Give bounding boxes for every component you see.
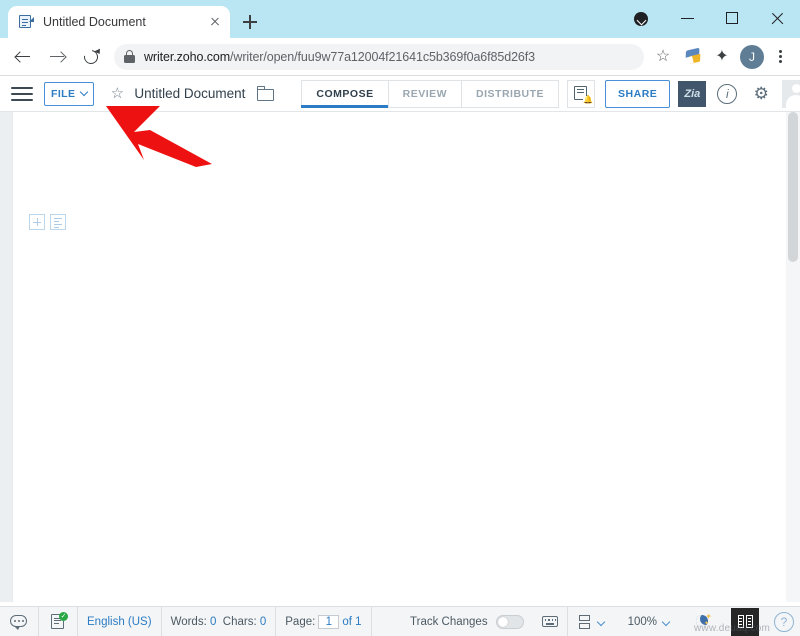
word-char-count: Words: 0 Chars: 0 bbox=[162, 606, 277, 636]
tab-review[interactable]: REVIEW bbox=[387, 79, 462, 108]
page-layout-control[interactable] bbox=[568, 607, 619, 636]
page-indicator: Page: 1 of 1 bbox=[276, 606, 372, 636]
chevron-down-icon bbox=[80, 87, 89, 97]
tab-title: Untitled Document bbox=[43, 15, 146, 29]
chevron-down-icon[interactable] bbox=[661, 617, 671, 626]
browser-window: Untitled Document writer.zoho.com/writer… bbox=[0, 0, 800, 636]
forward-arrow-icon[interactable] bbox=[42, 42, 72, 72]
night-mode-icon: ✦ ✦ bbox=[693, 612, 713, 631]
zoom-level-label[interactable]: 100% bbox=[628, 616, 657, 628]
url-path: /writer/open/fuu9w77a12004f21641c5b369f0… bbox=[230, 49, 536, 64]
reload-icon[interactable] bbox=[76, 42, 106, 72]
lock-icon bbox=[124, 50, 135, 63]
highlighter-extension-icon[interactable] bbox=[682, 45, 706, 69]
info-glyph: i bbox=[717, 83, 738, 104]
folder-icon[interactable] bbox=[255, 83, 277, 105]
chars-value: 0 bbox=[259, 615, 267, 628]
dark-mode-button[interactable]: ✦ ✦ bbox=[684, 607, 722, 636]
close-window-button[interactable] bbox=[755, 0, 800, 38]
user-avatar-icon[interactable] bbox=[782, 79, 800, 108]
page-layout-icon bbox=[577, 614, 592, 630]
page-label: Page: bbox=[285, 615, 316, 628]
bookmark-star-icon[interactable]: ☆ bbox=[650, 44, 676, 70]
add-block-icon[interactable] bbox=[29, 214, 45, 230]
zoho-writer-header: FILE ☆ Untitled Document COMPOSE REVIEW … bbox=[0, 76, 800, 112]
extensions-puzzle-icon[interactable]: ✦ bbox=[710, 45, 734, 69]
minimize-button[interactable] bbox=[665, 0, 710, 38]
keyboard-icon bbox=[541, 616, 558, 627]
address-bar[interactable]: writer.zoho.com/writer/open/fuu9w77a1200… bbox=[114, 43, 644, 70]
url-text: writer.zoho.com/writer/open/fuu9w77a1200… bbox=[144, 50, 535, 64]
help-icon[interactable]: ? bbox=[774, 611, 794, 632]
browser-tab[interactable]: Untitled Document bbox=[8, 6, 230, 38]
vertical-scrollbar[interactable] bbox=[786, 112, 800, 602]
comment-tool[interactable] bbox=[0, 606, 39, 636]
zoom-control[interactable]: 100% bbox=[619, 607, 684, 636]
document-area bbox=[0, 112, 800, 602]
track-changes-label: Track Changes bbox=[410, 615, 488, 628]
scrollbar-thumb[interactable] bbox=[788, 112, 798, 262]
comment-icon bbox=[9, 612, 29, 632]
gear-icon[interactable]: ⚙ bbox=[748, 81, 774, 107]
chevron-down-icon[interactable] bbox=[596, 617, 605, 626]
document-title[interactable]: Untitled Document bbox=[134, 86, 245, 101]
status-bar: ✓ English (US) Words: 0 Chars: 0 Page: 1… bbox=[0, 606, 800, 636]
track-changes-control[interactable]: Track Changes bbox=[401, 607, 533, 636]
favorite-star-icon[interactable]: ☆ bbox=[104, 81, 130, 107]
reading-view-icon bbox=[731, 607, 759, 636]
tab-compose[interactable]: COMPOSE bbox=[301, 79, 389, 108]
maximize-button[interactable] bbox=[710, 0, 755, 38]
chars-label: Chars: bbox=[222, 615, 257, 628]
file-button[interactable]: FILE bbox=[44, 81, 95, 106]
language-label: English (US) bbox=[87, 615, 152, 628]
words-label: Words: bbox=[170, 615, 207, 628]
back-arrow-icon[interactable] bbox=[8, 42, 38, 72]
hamburger-menu-icon[interactable] bbox=[8, 80, 36, 108]
gear-glyph: ⚙ bbox=[753, 83, 769, 103]
document-notification-icon[interactable]: 🔔 bbox=[567, 79, 596, 108]
mode-tabs: COMPOSE REVIEW DISTRIBUTE bbox=[301, 79, 560, 108]
document-page[interactable] bbox=[13, 112, 786, 602]
paragraph-tools bbox=[29, 214, 71, 230]
language-selector[interactable]: English (US) bbox=[78, 606, 162, 636]
info-icon[interactable]: i bbox=[714, 81, 740, 107]
star-glyph: ☆ bbox=[655, 47, 671, 65]
browser-toolbar: writer.zoho.com/writer/open/fuu9w77a1200… bbox=[0, 38, 800, 76]
new-tab-button[interactable] bbox=[236, 8, 264, 36]
close-icon[interactable] bbox=[206, 13, 224, 31]
file-button-label: FILE bbox=[51, 87, 76, 100]
browser-titlebar: Untitled Document bbox=[0, 0, 800, 38]
reading-view-button[interactable] bbox=[722, 607, 768, 636]
spellcheck-ok-icon: ✓ bbox=[48, 611, 68, 632]
keyboard-shortcuts-button[interactable] bbox=[533, 606, 568, 636]
tab-distribute[interactable]: DISTRIBUTE bbox=[461, 79, 560, 108]
page-total: of 1 bbox=[342, 615, 362, 628]
paragraph-settings-icon[interactable] bbox=[50, 214, 66, 230]
profile-avatar[interactable]: J bbox=[740, 44, 764, 69]
spellcheck-tool[interactable]: ✓ bbox=[39, 606, 78, 636]
url-domain: writer.zoho.com bbox=[144, 49, 231, 64]
kebab-menu-icon[interactable] bbox=[768, 45, 792, 69]
words-value: 0 bbox=[209, 615, 217, 628]
share-button[interactable]: SHARE bbox=[605, 79, 671, 108]
tab-search-icon[interactable] bbox=[629, 7, 653, 31]
zia-assistant-button[interactable]: Zia bbox=[678, 80, 707, 107]
document-icon bbox=[18, 14, 34, 30]
check-badge: ✓ bbox=[59, 611, 68, 621]
track-changes-toggle[interactable] bbox=[495, 614, 524, 629]
window-controls bbox=[629, 0, 800, 38]
page-number-input[interactable]: 1 bbox=[318, 614, 340, 629]
